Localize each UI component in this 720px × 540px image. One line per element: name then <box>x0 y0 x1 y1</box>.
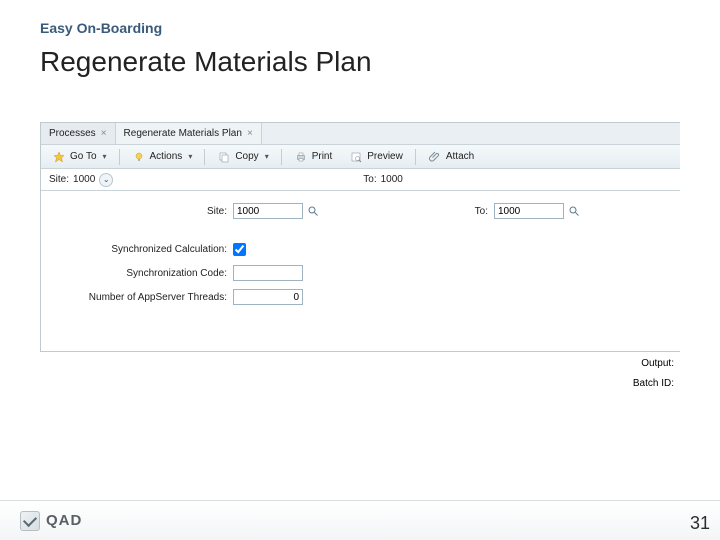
paperclip-icon <box>428 150 442 164</box>
separator <box>415 149 416 165</box>
slide-footer: QAD <box>0 500 720 540</box>
expand-icon[interactable]: ⌄ <box>99 173 113 187</box>
copy-label: Copy <box>235 151 258 162</box>
actions-button[interactable]: Actions ▾ <box>125 147 200 167</box>
star-icon <box>52 150 66 164</box>
lookup-icon[interactable] <box>306 204 320 218</box>
copy-button[interactable]: Copy ▾ <box>210 147 275 167</box>
output-label: Output: <box>633 358 674 369</box>
chevron-down-icon: ▾ <box>188 152 192 161</box>
logo-mark-icon <box>20 511 40 531</box>
attach-button[interactable]: Attach <box>421 147 481 167</box>
separator <box>204 149 205 165</box>
tab-bar: Processes × Regenerate Materials Plan × <box>41 123 680 145</box>
tab-processes[interactable]: Processes × <box>41 123 116 144</box>
separator <box>119 149 120 165</box>
attach-label: Attach <box>446 151 474 162</box>
chevron-down-icon: ▾ <box>265 152 269 161</box>
site-input[interactable] <box>233 203 303 219</box>
app-window: Processes × Regenerate Materials Plan × … <box>40 122 680 352</box>
tab-label: Processes <box>49 128 96 139</box>
filter-site-value: 1000 <box>73 174 95 185</box>
filter-bar: Site: 1000 ⌄ To: 1000 <box>41 169 680 191</box>
site-label: Site: <box>53 206 233 217</box>
batch-id-label: Batch ID: <box>633 378 674 389</box>
toolbar: Go To ▾ Actions ▾ Copy ▾ Print <box>41 145 680 169</box>
print-label: Print <box>312 151 333 162</box>
sync-calc-checkbox[interactable] <box>233 243 246 256</box>
logo-text: QAD <box>46 512 82 529</box>
threads-label: Number of AppServer Threads: <box>53 292 233 303</box>
close-icon[interactable]: × <box>247 129 253 139</box>
preview-label: Preview <box>367 151 403 162</box>
preview-icon <box>349 150 363 164</box>
bulb-icon <box>132 150 146 164</box>
sync-code-input[interactable] <box>233 265 303 281</box>
output-labels: Output: Batch ID: <box>633 358 674 398</box>
filter-to-label: To: <box>363 174 376 185</box>
preview-button[interactable]: Preview <box>342 147 410 167</box>
to-label: To: <box>450 206 494 217</box>
slide-title: Regenerate Materials Plan <box>40 46 680 78</box>
goto-label: Go To <box>70 151 97 162</box>
qad-logo: QAD <box>20 511 82 531</box>
separator <box>281 149 282 165</box>
copy-icon <box>217 150 231 164</box>
chevron-down-icon: ▾ <box>103 152 107 161</box>
slide-subtitle: Easy On-Boarding <box>40 20 680 36</box>
lookup-icon[interactable] <box>567 204 581 218</box>
to-input[interactable] <box>494 203 564 219</box>
form: Site: To: Synchronized Calculation: Sync… <box>41 191 680 317</box>
filter-to-value: 1000 <box>381 174 403 185</box>
sync-calc-label: Synchronized Calculation: <box>53 244 233 255</box>
goto-button[interactable]: Go To ▾ <box>45 147 114 167</box>
printer-icon <box>294 150 308 164</box>
filter-site-label: Site: <box>49 174 69 185</box>
print-button[interactable]: Print <box>287 147 340 167</box>
close-icon[interactable]: × <box>101 129 107 139</box>
threads-input[interactable] <box>233 289 303 305</box>
actions-label: Actions <box>150 151 183 162</box>
tab-label: Regenerate Materials Plan <box>124 128 242 139</box>
sync-code-label: Synchronization Code: <box>53 268 233 279</box>
page-number: 31 <box>690 513 710 534</box>
tab-regenerate-materials-plan[interactable]: Regenerate Materials Plan × <box>116 123 262 144</box>
